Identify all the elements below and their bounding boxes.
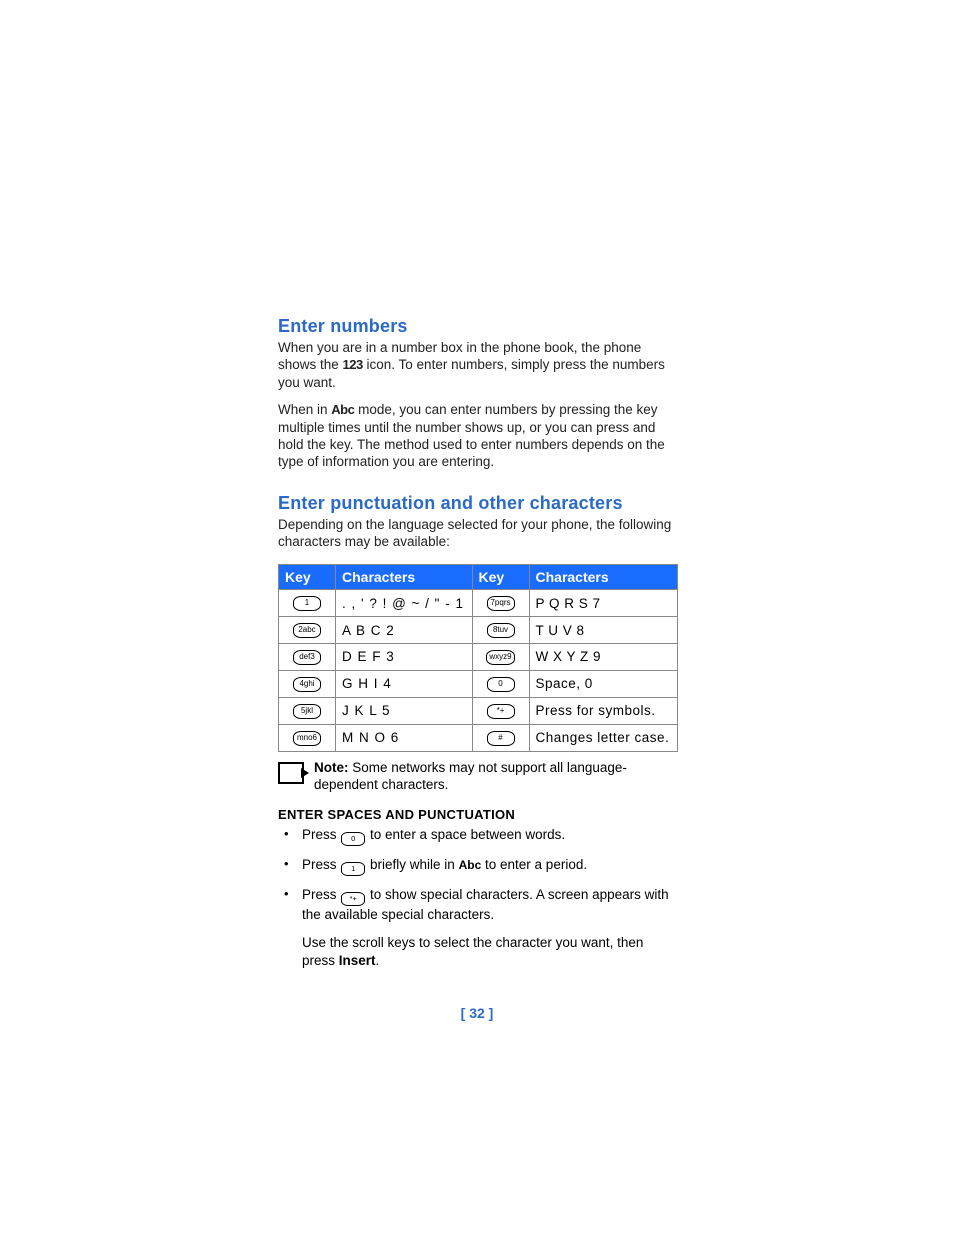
col-header-characters: Characters (529, 565, 678, 590)
bullet-list: Press 0 to enter a space between words. … (278, 826, 678, 924)
cell: W X Y Z 9 (529, 643, 678, 670)
keypad-key-icon: 2abc (293, 623, 321, 638)
heading-enter-punctuation: Enter punctuation and other characters (278, 493, 678, 514)
table-row: 1 . , ' ? ! @ ~ / " - 1 7pqrs P Q R S 7 (279, 590, 678, 617)
text: Press (302, 887, 340, 902)
keypad-key-icon: 0 (487, 677, 515, 692)
note-block: Note: Some networks may not support all … (278, 760, 678, 794)
cell: J K L 5 (336, 697, 473, 724)
keypad-key-icon: *+ (487, 704, 515, 719)
list-item: Press 1 briefly while in Abc to enter a … (278, 856, 678, 876)
cell: M N O 6 (336, 724, 473, 751)
table-row: 2abc A B C 2 8tuv T U V 8 (279, 617, 678, 644)
page-number: [ 32 ] (0, 1005, 954, 1021)
cell: T U V 8 (529, 617, 678, 644)
heading-enter-numbers: Enter numbers (278, 316, 678, 337)
note-text: Note: Some networks may not support all … (314, 760, 678, 794)
col-header-key: Key (279, 565, 336, 590)
keypad-key-icon: 5jkl (293, 704, 321, 719)
text: Some networks may not support all langua… (314, 760, 627, 792)
paragraph: When in Abc mode, you can enter numbers … (278, 401, 678, 470)
keypad-key-icon: # (487, 731, 515, 746)
cell: D E F 3 (336, 643, 473, 670)
col-header-characters: Characters (336, 565, 473, 590)
cell: Changes letter case. (529, 724, 678, 751)
cell: Press for symbols. (529, 697, 678, 724)
note-arrow-icon (278, 762, 304, 784)
keypad-key-icon: def3 (293, 650, 321, 665)
col-header-key: Key (472, 565, 529, 590)
text: to enter a period. (485, 857, 587, 872)
document-page: Enter numbers When you are in a number b… (0, 0, 954, 1235)
table-row: 4ghi G H I 4 0 Space, 0 (279, 670, 678, 697)
keypad-key-icon: wxyz9 (486, 650, 514, 665)
table-header-row: Key Characters Key Characters (279, 565, 678, 590)
text: Press (302, 827, 340, 842)
insert-label: Insert (339, 953, 376, 968)
text: briefly while in (370, 857, 459, 872)
mode-123-icon: 123 (343, 357, 363, 372)
mode-abc-icon: Abc (459, 858, 482, 872)
keypad-key-icon: 4ghi (293, 677, 321, 692)
character-table: Key Characters Key Characters 1 . , ' ? … (278, 564, 678, 752)
keypad-key-icon: *+ (341, 892, 365, 906)
cell: P Q R S 7 (529, 590, 678, 617)
keypad-key-icon: 8tuv (487, 623, 515, 638)
subheading-spaces: ENTER SPACES AND PUNCTUATION (278, 807, 678, 822)
paragraph: When you are in a number box in the phon… (278, 339, 678, 391)
cell: G H I 4 (336, 670, 473, 697)
keypad-key-icon: mno6 (293, 731, 321, 746)
text: When in (278, 402, 331, 417)
keypad-key-icon: 0 (341, 832, 365, 846)
text: . (376, 953, 380, 968)
text: to enter a space between words. (370, 827, 565, 842)
cell: Space, 0 (529, 670, 678, 697)
cell: A B C 2 (336, 617, 473, 644)
cell: . , ' ? ! @ ~ / " - 1 (336, 590, 473, 617)
keypad-key-icon: 1 (341, 862, 365, 876)
list-item: Press 0 to enter a space between words. (278, 826, 678, 846)
paragraph: Depending on the language selected for y… (278, 516, 678, 551)
table-row: mno6 M N O 6 # Changes letter case. (279, 724, 678, 751)
list-item: Press *+ to show special characters. A s… (278, 886, 678, 924)
table-row: 5jkl J K L 5 *+ Press for symbols. (279, 697, 678, 724)
keypad-key-icon: 1 (293, 596, 321, 611)
keypad-key-icon: 7pqrs (487, 596, 515, 611)
content-area: Enter numbers When you are in a number b… (278, 316, 678, 969)
mode-abc-icon: Abc (331, 402, 354, 417)
table-row: def3 D E F 3 wxyz9 W X Y Z 9 (279, 643, 678, 670)
note-label: Note: (314, 760, 349, 775)
paragraph: Use the scroll keys to select the charac… (302, 934, 678, 969)
text: Press (302, 857, 340, 872)
